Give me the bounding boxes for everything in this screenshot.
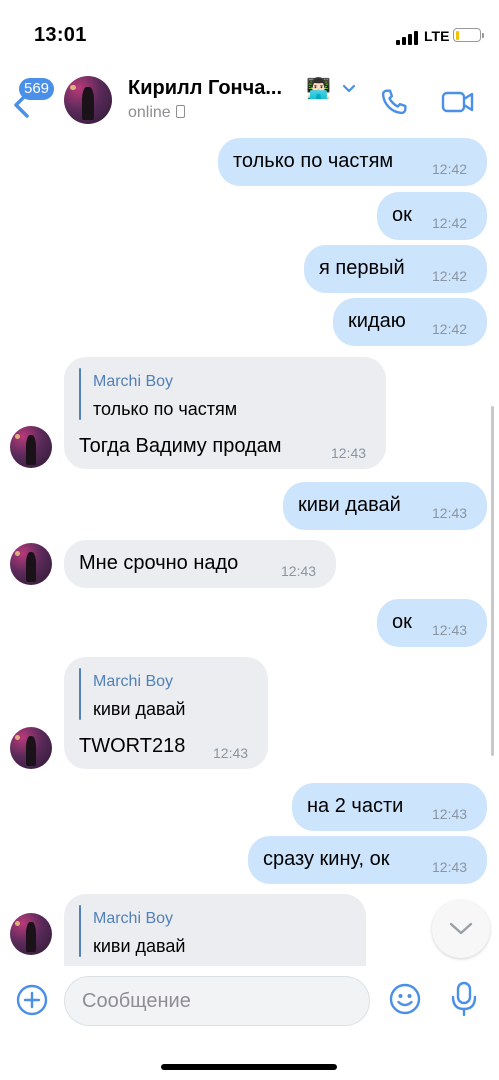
message-text: сразу кину, ок xyxy=(263,848,390,870)
message-time: 12:43 xyxy=(213,745,249,761)
message-text: ок xyxy=(392,611,412,633)
contact-avatar[interactable] xyxy=(64,76,112,124)
message-time: 12:43 xyxy=(331,445,367,461)
outgoing-message[interactable]: только по частям 12:42 xyxy=(218,138,487,186)
message-text: на 2 части xyxy=(307,795,404,817)
outgoing-message[interactable]: кидаю 12:42 xyxy=(333,298,487,346)
reply-quote-bar xyxy=(79,668,81,720)
message-text: кидаю xyxy=(348,310,406,332)
message-text: Тогда Вадиму продам xyxy=(79,435,282,457)
chat-header: 569 Кирилл Гонча... 👨🏻‍💻 online xyxy=(0,62,499,136)
microphone-button[interactable] xyxy=(450,981,478,1017)
presence-label: online xyxy=(128,104,171,121)
outgoing-message[interactable]: на 2 части 12:43 xyxy=(292,783,487,831)
presence-status: online xyxy=(128,104,185,122)
message-text: только по частям xyxy=(233,150,394,172)
incoming-message[interactable]: Мне срочно надо 12:43 xyxy=(64,540,336,588)
video-call-button[interactable] xyxy=(441,89,475,115)
unread-count-badge: 569 xyxy=(19,78,55,100)
home-indicator xyxy=(161,1064,337,1070)
back-button[interactable]: 569 xyxy=(13,78,63,118)
message-time: 12:43 xyxy=(432,806,468,822)
add-attachment-button[interactable] xyxy=(16,984,48,1016)
message-text: Мне срочно надо xyxy=(79,552,239,574)
reply-quote-bar xyxy=(79,905,81,957)
message-text: TWORT218 xyxy=(79,735,186,757)
signal-icon xyxy=(396,31,418,45)
message-time: 12:43 xyxy=(432,859,468,875)
incoming-message[interactable]: Marchi Boy киви давай xyxy=(64,894,366,966)
incoming-message[interactable]: Marchi Boy только по частям Тогда Вадиму… xyxy=(64,357,386,469)
sender-avatar[interactable] xyxy=(10,543,52,585)
message-composer: Сообщение xyxy=(0,966,499,1080)
reply-quote-bar xyxy=(79,368,81,420)
reply-author: Marchi Boy xyxy=(93,910,174,927)
message-time: 12:42 xyxy=(432,161,468,177)
message-time: 12:42 xyxy=(432,215,468,231)
message-input[interactable]: Сообщение xyxy=(64,976,370,1026)
contact-name[interactable]: Кирилл Гонча... xyxy=(128,77,282,100)
sender-avatar[interactable] xyxy=(10,727,52,769)
incoming-message[interactable]: Marchi Boy киви давай TWORT218 12:43 xyxy=(64,657,268,769)
chevron-down-icon xyxy=(449,922,473,935)
status-time: 13:01 xyxy=(34,24,87,46)
network-label: LTE xyxy=(424,28,450,44)
reply-author: Marchi Boy xyxy=(93,373,174,390)
contact-status-emoji: 👨🏻‍💻 xyxy=(306,78,331,100)
outgoing-message[interactable]: киви давай 12:43 xyxy=(283,482,487,530)
sender-avatar[interactable] xyxy=(10,426,52,468)
battery-icon xyxy=(453,28,484,42)
reply-text: киви давай xyxy=(93,936,186,956)
scroll-to-bottom-button[interactable] xyxy=(432,900,490,958)
message-text: я первый xyxy=(319,257,405,279)
emoji-button[interactable] xyxy=(389,983,421,1015)
status-bar: 13:01 LTE xyxy=(0,0,499,58)
message-time: 12:42 xyxy=(432,321,468,337)
phone-call-button[interactable] xyxy=(378,86,410,118)
message-time: 12:42 xyxy=(432,268,468,284)
reply-author: Marchi Boy xyxy=(93,673,174,690)
outgoing-message[interactable]: ок 12:43 xyxy=(377,599,487,647)
reply-text: только по частям xyxy=(93,399,238,419)
message-time: 12:43 xyxy=(432,622,468,638)
message-text: ок xyxy=(392,204,412,226)
outgoing-message[interactable]: сразу кину, ок 12:43 xyxy=(248,836,487,884)
mobile-icon xyxy=(175,105,185,118)
outgoing-message[interactable]: ок 12:42 xyxy=(377,192,487,240)
sender-avatar[interactable] xyxy=(10,913,52,955)
message-input-placeholder: Сообщение xyxy=(82,990,191,1012)
message-time: 12:43 xyxy=(281,563,317,579)
reply-text: киви давай xyxy=(93,699,186,719)
message-text: киви давай xyxy=(298,494,401,516)
scrollbar[interactable] xyxy=(491,406,494,756)
chevron-down-icon[interactable] xyxy=(342,84,356,94)
message-time: 12:43 xyxy=(432,505,468,521)
outgoing-message[interactable]: я первый 12:42 xyxy=(304,245,487,293)
